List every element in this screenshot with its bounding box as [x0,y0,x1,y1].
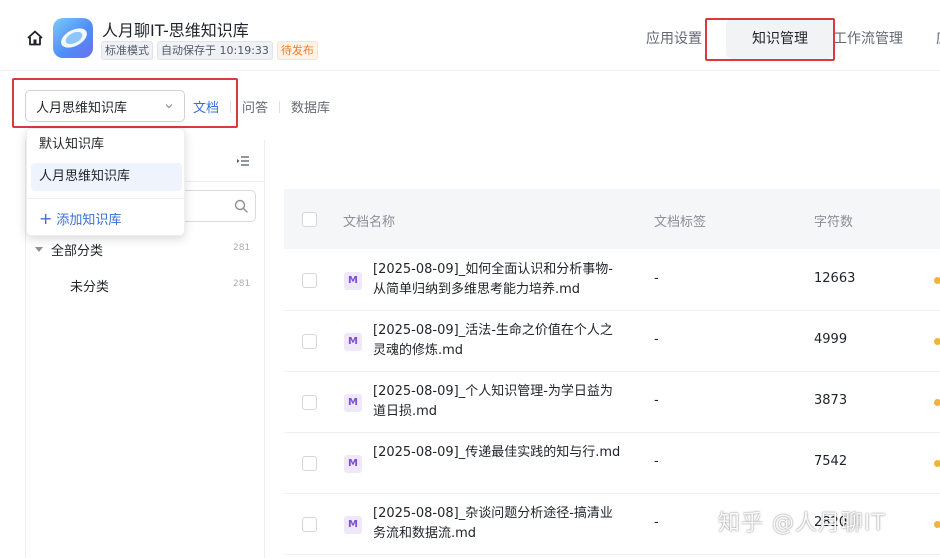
tab-app-overflow[interactable]: 应 [936,29,940,49]
markdown-file-icon: M [344,394,362,412]
app-logo [53,18,93,58]
doc-name[interactable]: [2025-08-09]_传递最佳实践的知与行.md [373,443,623,463]
table-header: 文档名称 文档标签 字符数 [284,189,940,249]
home-icon[interactable] [26,29,44,47]
tab-app-settings[interactable]: 应用设置 [646,29,706,49]
doc-tag: - [654,393,659,408]
caret-down-icon[interactable] [35,247,43,252]
row-checkbox[interactable] [302,273,317,288]
column-header-doc-name[interactable]: 文档名称 [343,211,395,230]
add-knowledge-base-button[interactable]: + 添加知识库 [39,209,121,228]
dropdown-option-default-kb[interactable]: 默认知识库 [31,131,182,159]
markdown-file-icon: M [344,516,362,534]
table-row[interactable]: M [2025-08-09]_如何全面认识和分析事物-从简单归纳到多维思考能力培… [284,250,940,311]
row-checkbox[interactable] [302,456,317,471]
doc-char-count: 7542 [814,454,848,469]
mode-badge: 标准模式 [101,41,153,60]
doc-name[interactable]: [2025-08-09]_个人知识管理-为学日益为道日损.md [373,382,623,422]
row-checkbox[interactable] [302,334,317,349]
dropdown-divider [27,198,184,199]
add-knowledge-base-label: 添加知识库 [56,213,122,228]
doc-char-count: 3873 [814,393,848,408]
row-checkbox[interactable] [302,395,317,410]
table-row[interactable]: M [2025-08-09]_个人知识管理-为学日益为道日损.md - 3873 [284,372,940,433]
tab-separator [279,100,281,113]
doc-name[interactable]: [2025-08-09]_如何全面认识和分析事物-从简单归纳到多维思考能力培养.… [373,260,623,300]
tree-item-all-categories[interactable]: 全部分类 [35,240,103,259]
doc-name[interactable]: [2025-08-09]_活法-生命之价值在个人之灵魂的修炼.md [373,321,623,361]
tree-item-count: 281 [233,279,251,289]
doc-char-count: 4999 [814,332,848,347]
tab-database[interactable]: 数据库 [291,97,330,116]
app-title: 人月聊IT-思维知识库 [102,21,249,40]
status-dot-icon [934,399,940,406]
markdown-file-icon: M [344,455,362,473]
row-checkbox[interactable] [302,517,317,532]
publish-status-badge: 待发布 [276,41,318,60]
highlight-box-knowledge-tab [705,18,835,61]
doc-tag: - [654,454,659,469]
doc-char-count: 12663 [814,271,856,286]
search-icon[interactable] [234,199,248,213]
tree-item-label: 全部分类 [51,244,104,259]
doc-tag: - [654,332,659,347]
tab-workflow-management[interactable]: 工作流管理 [833,29,913,49]
collapse-list-icon[interactable] [236,154,250,168]
status-dot-icon [934,277,940,284]
select-all-checkbox[interactable] [302,212,317,227]
app-meta: 标准模式 自动保存于 10:19:33 待发布 [101,41,318,60]
column-header-char-count[interactable]: 字符数 [814,211,853,230]
markdown-file-icon: M [344,333,362,351]
column-header-doc-tag[interactable]: 文档标签 [654,211,706,230]
panel-divider [185,181,265,182]
status-dot-icon [934,521,940,528]
status-dot-icon [934,460,940,467]
table-row[interactable]: M [2025-08-09]_活法-生命之价值在个人之灵魂的修炼.md - 49… [284,311,940,372]
markdown-file-icon: M [344,272,362,290]
tree-item-label: 未分类 [70,280,110,295]
plus-icon: + [39,208,53,228]
watermark: 知乎 @人月聊IT [718,511,886,536]
tree-item-uncategorized[interactable]: 未分类 [70,276,109,295]
header-divider [0,70,940,71]
highlight-box-kb-selector [12,78,238,128]
autosave-status: 自动保存于 10:19:33 [157,41,273,60]
table-row[interactable]: M [2025-08-09]_传递最佳实践的知与行.md - 7542 [284,433,940,494]
doc-name[interactable]: [2025-08-08]_杂谈问题分析途径-搞清业务流和数据流.md [373,504,623,544]
knowledge-base-dropdown: 默认知识库 人月思维知识库 + 添加知识库 [26,128,185,236]
status-dot-icon [934,338,940,345]
dropdown-option-selected-kb[interactable]: 人月思维知识库 [31,163,182,191]
doc-tag: - [654,271,659,286]
doc-tag: - [654,515,659,530]
tree-item-count: 281 [233,243,251,253]
tab-qa[interactable]: 问答 [242,97,268,116]
